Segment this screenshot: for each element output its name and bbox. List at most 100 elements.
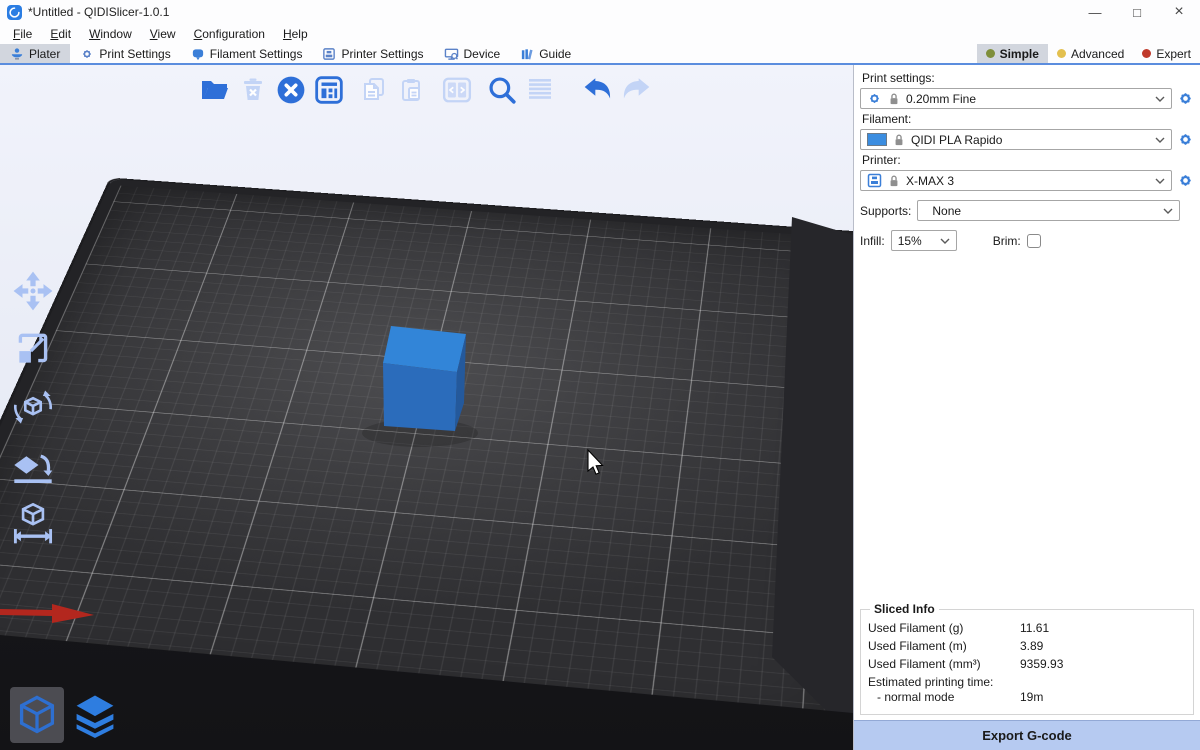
delete-button[interactable] — [234, 71, 272, 109]
chevron-down-icon — [1155, 96, 1165, 102]
export-gcode-button[interactable]: Export G-code — [854, 720, 1200, 750]
menu-window[interactable]: Window — [80, 25, 141, 44]
tab-label: Device — [464, 47, 501, 61]
viewport-3d-canvas[interactable] — [0, 65, 853, 750]
printer-gear-button[interactable] — [1177, 172, 1194, 189]
app-logo-icon — [7, 5, 22, 20]
undo-button[interactable] — [579, 71, 617, 109]
mode-advanced[interactable]: Advanced — [1048, 44, 1133, 63]
chevron-down-icon — [940, 238, 950, 244]
undo-icon — [582, 75, 614, 105]
move-button[interactable] — [10, 268, 56, 314]
menu-edit[interactable]: Edit — [41, 25, 80, 44]
supports-value: None — [924, 204, 1157, 218]
paste-icon — [398, 76, 426, 104]
redo-button[interactable] — [617, 71, 655, 109]
sliced-row-label: Estimated printing time: — [868, 675, 1020, 689]
copy-button[interactable] — [355, 71, 393, 109]
sliced-row-label: - normal mode — [868, 690, 1020, 704]
tab-printer-settings[interactable]: Printer Settings — [312, 44, 433, 63]
sliced-info-title: Sliced Info — [870, 602, 939, 616]
place-on-face-button[interactable] — [10, 442, 56, 488]
menu-file[interactable]: File — [4, 25, 41, 44]
lock-icon — [893, 133, 905, 147]
delete-all-icon — [276, 75, 306, 105]
mode-label: Expert — [1156, 47, 1191, 61]
paste-button[interactable] — [393, 71, 431, 109]
menu-view[interactable]: View — [141, 25, 185, 44]
filament-icon — [191, 47, 205, 61]
filament-value: QIDI PLA Rapido — [911, 133, 1149, 147]
copy-icon — [360, 76, 388, 104]
menu-help[interactable]: Help — [274, 25, 317, 44]
print-settings-value: 0.20mm Fine — [906, 92, 1149, 106]
window-title: *Untitled - QIDISlicer-1.0.1 — [28, 5, 169, 19]
tab-label: Print Settings — [99, 47, 170, 61]
rotate-button[interactable] — [10, 384, 56, 430]
print-settings-label: Print settings: — [862, 71, 1194, 85]
infill-combo[interactable]: 15% — [891, 230, 957, 251]
filament-label: Filament: — [862, 112, 1194, 126]
brim-checkbox[interactable] — [1027, 234, 1041, 248]
menu-bar: File Edit Window View Configuration Help — [0, 24, 1200, 44]
tab-label: Printer Settings — [341, 47, 423, 61]
sliced-row-value: 19m — [1020, 690, 1043, 704]
viewport-toolbar — [196, 71, 655, 109]
layers-lines-icon — [526, 76, 554, 104]
menu-configuration[interactable]: Configuration — [185, 25, 274, 44]
filament-gear-button[interactable] — [1177, 131, 1194, 148]
sliced-row-label: Used Filament (mm³) — [868, 657, 1020, 671]
print-settings-combo[interactable]: 0.20mm Fine — [860, 88, 1172, 109]
device-icon — [444, 47, 459, 61]
print-settings-gear-button[interactable] — [1177, 90, 1194, 107]
sliced-row-value: 9359.93 — [1020, 657, 1063, 671]
delete-all-button[interactable] — [272, 71, 310, 109]
tab-filament-settings[interactable]: Filament Settings — [181, 44, 313, 63]
infill-value: 15% — [898, 234, 934, 248]
supports-combo[interactable]: None — [917, 200, 1180, 221]
tab-label: Plater — [29, 47, 60, 61]
preview-layers-view-button[interactable] — [68, 687, 122, 743]
close-button[interactable]: × — [1158, 0, 1200, 24]
measure-icon — [11, 501, 55, 545]
plater-icon — [10, 47, 24, 61]
maximize-button[interactable]: □ — [1116, 0, 1158, 24]
variable-layer-height-button[interactable] — [521, 71, 559, 109]
sliced-row-value: 3.89 — [1020, 639, 1043, 653]
mode-expert[interactable]: Expert — [1133, 44, 1200, 63]
scale-icon — [12, 328, 54, 370]
filament-color-swatch — [867, 133, 887, 146]
measure-button[interactable] — [10, 500, 56, 546]
tab-device[interactable]: Device — [434, 44, 511, 63]
split-button[interactable] — [438, 71, 476, 109]
redo-icon — [620, 75, 652, 105]
layers-stack-icon — [72, 692, 118, 738]
gizmo-toolbar — [10, 268, 56, 546]
sliced-row-value: 11.61 — [1020, 621, 1049, 635]
open-button[interactable] — [196, 71, 234, 109]
lock-icon — [888, 92, 900, 106]
tab-plater[interactable]: Plater — [0, 44, 70, 63]
arrange-button[interactable] — [310, 71, 348, 109]
mode-switcher: Simple Advanced Expert — [977, 44, 1200, 63]
scale-button[interactable] — [10, 326, 56, 372]
search-icon — [487, 75, 517, 105]
mode-label: Simple — [1000, 47, 1039, 61]
3d-editor-view-button[interactable] — [10, 687, 64, 743]
tab-guide[interactable]: Guide — [510, 44, 581, 63]
printer-combo[interactable]: X-MAX 3 — [860, 170, 1172, 191]
title-bar: *Untitled - QIDISlicer-1.0.1 — □ × — [0, 0, 1200, 24]
minimize-button[interactable]: — — [1074, 0, 1116, 24]
trash-icon — [239, 76, 267, 104]
settings-sidebar: Print settings: 0.20mm Fine Filament: QI… — [853, 65, 1200, 750]
chevron-down-icon — [1155, 137, 1165, 143]
place-on-face-icon — [11, 443, 55, 487]
mode-simple[interactable]: Simple — [977, 44, 1048, 63]
search-button[interactable] — [483, 71, 521, 109]
open-folder-icon — [199, 76, 231, 104]
filament-combo[interactable]: QIDI PLA Rapido — [860, 129, 1172, 150]
infill-label: Infill: — [860, 234, 885, 248]
tab-print-settings[interactable]: Print Settings — [70, 44, 180, 63]
advanced-dot-icon — [1057, 49, 1066, 58]
printer-icon — [867, 173, 882, 188]
